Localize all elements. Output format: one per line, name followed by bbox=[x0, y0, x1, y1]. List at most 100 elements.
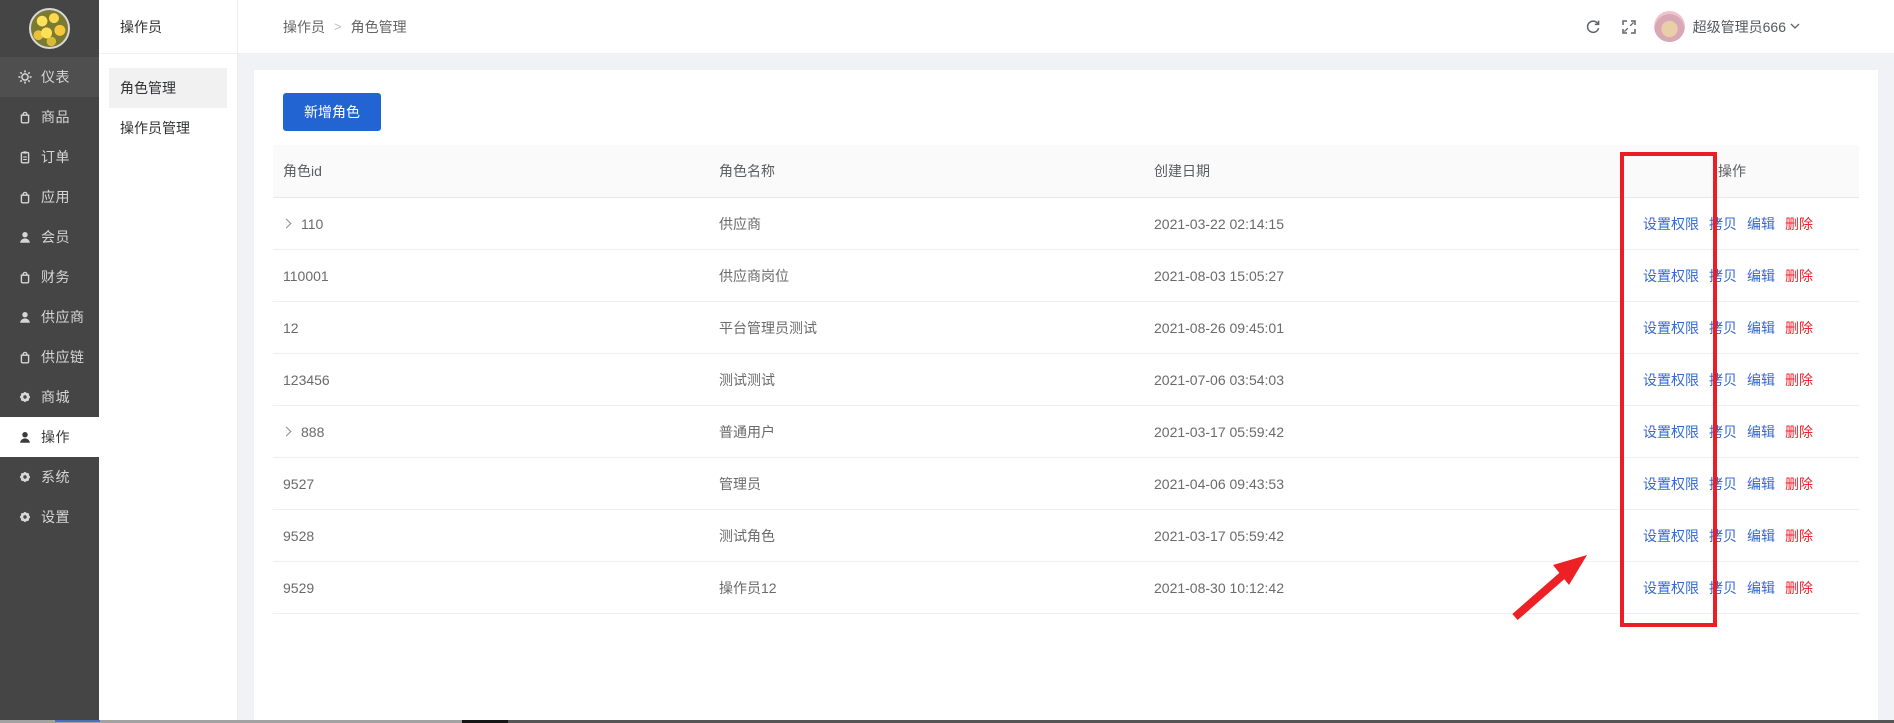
submenu-title: 操作员 bbox=[99, 0, 237, 54]
breadcrumb-item-operator[interactable]: 操作员 bbox=[283, 17, 325, 37]
refresh-icon[interactable] bbox=[1585, 19, 1601, 35]
table-header-row: 角色id 角色名称 创建日期 操作 bbox=[273, 145, 1859, 198]
role-name: 普通用户 bbox=[719, 422, 1154, 442]
role-id: 123456 bbox=[283, 372, 330, 388]
action-edit-link[interactable]: 编辑 bbox=[1747, 474, 1775, 494]
action-set-permission-link[interactable]: 设置权限 bbox=[1643, 526, 1699, 546]
action-delete-link[interactable]: 删除 bbox=[1785, 318, 1813, 338]
action-edit-link[interactable]: 编辑 bbox=[1747, 214, 1775, 234]
primary-sidebar: 仪表 商品 订单 应用 会员 财务 供应商 供应链 商城 操作 系统 设置 bbox=[0, 0, 99, 723]
row-actions: 设置权限拷贝编辑删除 bbox=[1643, 318, 1859, 338]
row-actions: 设置权限拷贝编辑删除 bbox=[1643, 266, 1859, 286]
fullscreen-icon[interactable] bbox=[1621, 19, 1637, 35]
sidebar-item-members[interactable]: 会员 bbox=[0, 217, 99, 257]
role-id: 9528 bbox=[283, 528, 314, 544]
role-id: 110001 bbox=[283, 268, 329, 284]
table-row: 9529操作员122021-08-30 10:12:42设置权限拷贝编辑删除 bbox=[273, 562, 1859, 614]
gear-icon bbox=[18, 510, 32, 524]
sidebar-item-finance[interactable]: 财务 bbox=[0, 257, 99, 297]
role-name: 测试角色 bbox=[719, 526, 1154, 546]
user-icon bbox=[18, 310, 32, 324]
action-delete-link[interactable]: 删除 bbox=[1785, 422, 1813, 442]
gauge-icon bbox=[18, 70, 32, 84]
action-delete-link[interactable]: 删除 bbox=[1785, 214, 1813, 234]
action-edit-link[interactable]: 编辑 bbox=[1747, 526, 1775, 546]
table-body: 110供应商2021-03-22 02:14:15设置权限拷贝编辑删除11000… bbox=[273, 198, 1859, 614]
action-copy-link[interactable]: 拷贝 bbox=[1709, 214, 1737, 234]
flower-logo[interactable] bbox=[29, 8, 70, 49]
role-id: 888 bbox=[301, 424, 324, 440]
column-header-created: 创建日期 bbox=[1154, 161, 1643, 181]
user-name[interactable]: 超级管理员666 bbox=[1693, 17, 1786, 37]
action-set-permission-link[interactable]: 设置权限 bbox=[1643, 578, 1699, 598]
logo-wrap bbox=[0, 0, 99, 57]
breadcrumb: 操作员 > 角色管理 bbox=[238, 17, 407, 37]
action-delete-link[interactable]: 删除 bbox=[1785, 474, 1813, 494]
action-edit-link[interactable]: 编辑 bbox=[1747, 318, 1775, 338]
table-row: 123456 测试测试2021-07-06 03:54:03设置权限拷贝编辑删除 bbox=[273, 354, 1859, 406]
sidebar-item-supply-chain[interactable]: 供应链 bbox=[0, 337, 99, 377]
action-edit-link[interactable]: 编辑 bbox=[1747, 578, 1775, 598]
sidebar-item-dashboard[interactable]: 仪表 bbox=[0, 57, 99, 97]
created-date: 2021-03-22 02:14:15 bbox=[1154, 216, 1643, 232]
action-set-permission-link[interactable]: 设置权限 bbox=[1643, 422, 1699, 442]
gear-icon bbox=[18, 390, 32, 404]
gear-icon bbox=[18, 470, 32, 484]
user-avatar[interactable] bbox=[1654, 11, 1685, 42]
action-set-permission-link[interactable]: 设置权限 bbox=[1643, 474, 1699, 494]
action-delete-link[interactable]: 删除 bbox=[1785, 370, 1813, 390]
row-actions: 设置权限拷贝编辑删除 bbox=[1643, 214, 1859, 234]
created-date: 2021-08-30 10:12:42 bbox=[1154, 580, 1643, 596]
add-role-button[interactable]: 新增角色 bbox=[283, 93, 381, 131]
submenu-item-operator-management[interactable]: 操作员管理 bbox=[109, 108, 227, 148]
action-set-permission-link[interactable]: 设置权限 bbox=[1643, 370, 1699, 390]
sidebar-item-system[interactable]: 系统 bbox=[0, 457, 99, 497]
row-actions: 设置权限拷贝编辑删除 bbox=[1643, 474, 1859, 494]
topbar: 操作员 > 角色管理 超级管理员666 bbox=[238, 0, 1894, 54]
action-copy-link[interactable]: 拷贝 bbox=[1709, 474, 1737, 494]
action-set-permission-link[interactable]: 设置权限 bbox=[1643, 266, 1699, 286]
submenu-list: 角色管理操作员管理 bbox=[99, 54, 237, 148]
secondary-sidebar: 操作员 角色管理操作员管理 bbox=[99, 0, 238, 723]
column-header-role-name: 角色名称 bbox=[719, 161, 1154, 181]
table-row: 9527管理员2021-04-06 09:43:53设置权限拷贝编辑删除 bbox=[273, 458, 1859, 510]
bag-icon bbox=[18, 110, 32, 124]
breadcrumb-item-role-management: 角色管理 bbox=[351, 17, 407, 37]
sidebar-item-apps[interactable]: 应用 bbox=[0, 177, 99, 217]
chevron-down-icon[interactable] bbox=[1790, 23, 1800, 30]
action-copy-link[interactable]: 拷贝 bbox=[1709, 578, 1737, 598]
sidebar-item-orders[interactable]: 订单 bbox=[0, 137, 99, 177]
sidebar-item-operations[interactable]: 操作 bbox=[0, 417, 99, 457]
action-copy-link[interactable]: 拷贝 bbox=[1709, 266, 1737, 286]
action-set-permission-link[interactable]: 设置权限 bbox=[1643, 318, 1699, 338]
row-actions: 设置权限拷贝编辑删除 bbox=[1643, 422, 1859, 442]
action-delete-link[interactable]: 删除 bbox=[1785, 526, 1813, 546]
action-delete-link[interactable]: 删除 bbox=[1785, 578, 1813, 598]
row-actions: 设置权限拷贝编辑删除 bbox=[1643, 526, 1859, 546]
action-set-permission-link[interactable]: 设置权限 bbox=[1643, 214, 1699, 234]
action-copy-link[interactable]: 拷贝 bbox=[1709, 318, 1737, 338]
action-edit-link[interactable]: 编辑 bbox=[1747, 422, 1775, 442]
expand-icon[interactable] bbox=[282, 427, 292, 437]
created-date: 2021-07-06 03:54:03 bbox=[1154, 372, 1643, 388]
action-copy-link[interactable]: 拷贝 bbox=[1709, 422, 1737, 442]
action-edit-link[interactable]: 编辑 bbox=[1747, 370, 1775, 390]
clipboard-icon bbox=[18, 150, 32, 164]
user-icon bbox=[18, 230, 32, 244]
action-copy-link[interactable]: 拷贝 bbox=[1709, 370, 1737, 390]
sidebar-item-mall[interactable]: 商城 bbox=[0, 377, 99, 417]
sidebar-item-goods[interactable]: 商品 bbox=[0, 97, 99, 137]
role-name: 平台管理员测试 bbox=[719, 318, 1154, 338]
action-edit-link[interactable]: 编辑 bbox=[1747, 266, 1775, 286]
bag-icon bbox=[18, 350, 32, 364]
sidebar-item-settings[interactable]: 设置 bbox=[0, 497, 99, 537]
action-delete-link[interactable]: 删除 bbox=[1785, 266, 1813, 286]
table-row: 110001供应商岗位2021-08-03 15:05:27设置权限拷贝编辑删除 bbox=[273, 250, 1859, 302]
role-id: 12 bbox=[283, 320, 299, 336]
sidebar-item-suppliers[interactable]: 供应商 bbox=[0, 297, 99, 337]
role-name: 测试测试 bbox=[719, 370, 1154, 390]
expand-icon[interactable] bbox=[282, 219, 292, 229]
action-copy-link[interactable]: 拷贝 bbox=[1709, 526, 1737, 546]
submenu-item-role-management[interactable]: 角色管理 bbox=[109, 68, 227, 108]
created-date: 2021-08-26 09:45:01 bbox=[1154, 320, 1643, 336]
